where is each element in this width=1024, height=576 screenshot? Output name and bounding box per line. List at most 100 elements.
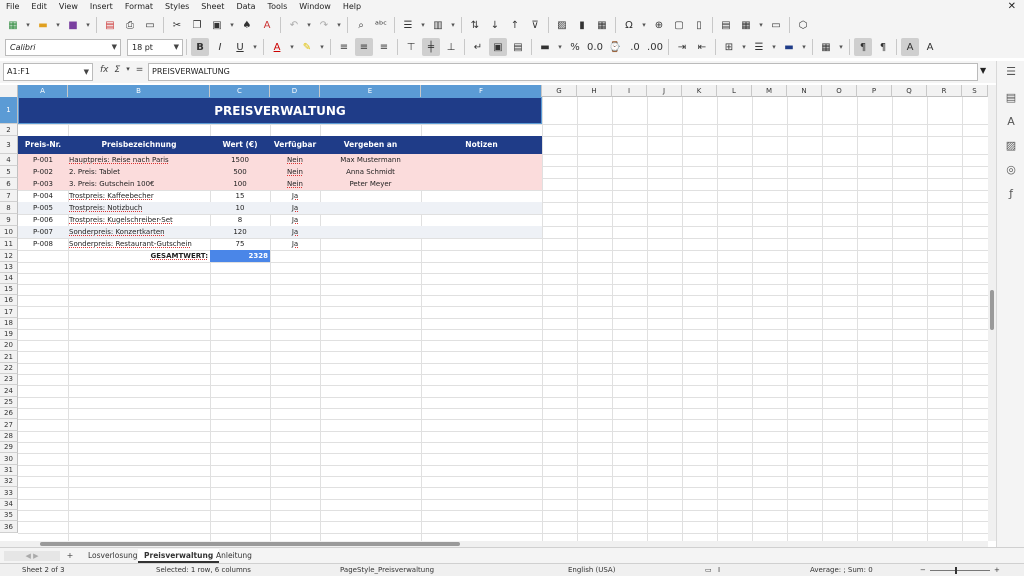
align-left-icon[interactable]: ≡ bbox=[335, 38, 353, 56]
undo-icon[interactable]: ↶ bbox=[285, 16, 303, 34]
properties-icon[interactable]: ▤ bbox=[1003, 91, 1019, 107]
autofilter-icon[interactable]: ⊽ bbox=[526, 16, 544, 34]
column-header-g[interactable]: G bbox=[542, 85, 577, 97]
cell-preis-nr[interactable]: P-008 bbox=[18, 238, 68, 250]
header-cell-wert[interactable]: Wert (€) bbox=[210, 136, 270, 154]
row-header-7[interactable]: 7 bbox=[0, 190, 18, 202]
name-box[interactable]: A1:F1 ▼ bbox=[3, 63, 93, 81]
row-header-4[interactable]: 4 bbox=[0, 154, 18, 166]
sort-ascending-icon[interactable]: ↓ bbox=[486, 16, 504, 34]
header-cell-notizen[interactable]: Notizen bbox=[421, 136, 542, 154]
row-header-28[interactable]: 28 bbox=[0, 431, 18, 442]
column-header-i[interactable]: I bbox=[612, 85, 647, 97]
header-cell-verfuegbar[interactable]: Verfügbar bbox=[270, 136, 320, 154]
clear-formatting-icon[interactable]: A bbox=[258, 16, 276, 34]
row-header-13[interactable]: 13 bbox=[0, 262, 18, 273]
decrease-indent-icon[interactable]: ⇤ bbox=[693, 38, 711, 56]
chevron-down-icon[interactable]: ▾ bbox=[640, 16, 648, 34]
cell-preisbezeichnung[interactable]: Hauptpreis: Reise nach Paris bbox=[68, 154, 210, 166]
status-language[interactable]: English (USA) bbox=[568, 564, 615, 576]
row-header-5[interactable]: 5 bbox=[0, 166, 18, 178]
cell-preis-nr[interactable]: P-005 bbox=[18, 202, 68, 214]
headers-footers-icon[interactable]: ▯ bbox=[690, 16, 708, 34]
cell-preisbezeichnung[interactable]: Trostpreis: Kaffeebecher bbox=[68, 190, 210, 202]
chevron-down-icon[interactable]: ▼ bbox=[112, 43, 117, 51]
cell-verfuegbar[interactable]: Ja bbox=[270, 226, 320, 238]
border-style-icon[interactable]: ☰ bbox=[750, 38, 768, 56]
highlight-color-icon[interactable]: ✎ bbox=[298, 38, 316, 56]
gallery-icon[interactable]: ▨ bbox=[1003, 139, 1019, 155]
menu-sheet[interactable]: Sheet bbox=[195, 0, 230, 14]
wrap-text-icon[interactable]: ↵ bbox=[469, 38, 487, 56]
header-cell-preisbezeichnung[interactable]: Preisbezeichnung bbox=[68, 136, 210, 154]
chevron-down-icon[interactable]: ▼ bbox=[84, 68, 89, 76]
column-header-p[interactable]: P bbox=[857, 85, 892, 97]
cell-verfuegbar[interactable]: Ja bbox=[270, 202, 320, 214]
column-header-o[interactable]: O bbox=[822, 85, 857, 97]
column-header-f[interactable]: F bbox=[421, 85, 542, 97]
column-icon[interactable]: ▥ bbox=[429, 16, 447, 34]
text-orientation-horizontal-icon[interactable]: A bbox=[901, 38, 919, 56]
borders-icon[interactable]: ⊞ bbox=[720, 38, 738, 56]
tab-preisverwaltung[interactable]: Preisverwaltung bbox=[138, 549, 220, 563]
zoom-slider-knob[interactable] bbox=[955, 567, 957, 574]
sort-descending-icon[interactable]: ↑ bbox=[506, 16, 524, 34]
formula-icon[interactable]: = bbox=[136, 65, 144, 75]
paste-icon[interactable]: ▣ bbox=[208, 16, 226, 34]
total-label-cell[interactable]: GESAMTWERT: bbox=[68, 250, 210, 262]
column-header-a[interactable]: A bbox=[18, 85, 68, 97]
font-name-box[interactable]: Calibri ▼ bbox=[5, 38, 121, 56]
cell-vergeben-an[interactable]: Anna Schmidt bbox=[320, 166, 421, 178]
status-page-style[interactable]: PageStyle_Preisverwaltung bbox=[340, 564, 434, 576]
row-header-25[interactable]: 25 bbox=[0, 397, 18, 408]
row-icon[interactable]: ☰ bbox=[399, 16, 417, 34]
cell-vergeben-an[interactable]: Peter Meyer bbox=[320, 178, 421, 190]
delete-decimal-icon[interactable]: .00 bbox=[646, 38, 664, 56]
chevron-down-icon[interactable]: ▾ bbox=[251, 38, 259, 56]
left-to-right-icon[interactable]: ¶ bbox=[854, 38, 872, 56]
formula-input[interactable]: PREISVERWALTUNG bbox=[148, 63, 978, 81]
row-header-20[interactable]: 20 bbox=[0, 340, 18, 351]
conditional-format-icon[interactable]: ▦ bbox=[817, 38, 835, 56]
font-size-box[interactable]: 18 pt ▼ bbox=[127, 38, 183, 56]
cell-preisbezeichnung[interactable]: Sonderpreis: Konzertkarten bbox=[68, 226, 210, 238]
row-header-8[interactable]: 8 bbox=[0, 202, 18, 214]
cell-verfuegbar[interactable]: Nein bbox=[270, 166, 320, 178]
row-header-31[interactable]: 31 bbox=[0, 465, 18, 476]
functions-icon[interactable]: ƒ bbox=[1003, 187, 1019, 203]
row-header-34[interactable]: 34 bbox=[0, 499, 18, 510]
sum-icon[interactable]: Σ bbox=[115, 65, 121, 75]
add-sheet-button[interactable]: + bbox=[64, 550, 76, 562]
cell-preisbezeichnung[interactable]: Trostpreis: Kugelschreiber-Set bbox=[68, 214, 210, 226]
sort-icon[interactable]: ⇅ bbox=[466, 16, 484, 34]
row-header-29[interactable]: 29 bbox=[0, 442, 18, 453]
selection-mode-icon[interactable]: ▭ bbox=[705, 564, 712, 576]
row-header-24[interactable]: 24 bbox=[0, 385, 18, 397]
number-format-icon[interactable]: 0.0 bbox=[586, 38, 604, 56]
spelling-icon[interactable]: ᵃᵇᶜ bbox=[372, 16, 390, 34]
chevron-down-icon[interactable]: ▾ bbox=[84, 16, 92, 34]
column-header-h[interactable]: H bbox=[577, 85, 612, 97]
cell-preis-nr[interactable]: P-006 bbox=[18, 214, 68, 226]
italic-button[interactable]: I bbox=[211, 38, 229, 56]
show-draw-functions-icon[interactable]: ⬡ bbox=[794, 16, 812, 34]
vertical-scroll-thumb[interactable] bbox=[990, 290, 994, 330]
chevron-down-icon[interactable]: ▾ bbox=[126, 65, 130, 75]
row-header-36[interactable]: 36 bbox=[0, 521, 18, 533]
cell-preis-nr[interactable]: P-003 bbox=[18, 178, 68, 190]
cell-wert[interactable]: 100 bbox=[210, 178, 270, 190]
column-header-j[interactable]: J bbox=[647, 85, 682, 97]
expand-formula-bar-icon[interactable]: ▼ bbox=[980, 66, 986, 75]
close-document-icon[interactable]: ✕ bbox=[1008, 0, 1016, 14]
column-header-s[interactable]: S bbox=[962, 85, 988, 97]
chevron-down-icon[interactable]: ▾ bbox=[305, 16, 313, 34]
select-all-corner[interactable] bbox=[0, 85, 18, 97]
right-to-left-icon[interactable]: ¶ bbox=[874, 38, 892, 56]
cell-preisbezeichnung[interactable]: 2. Preis: Tablet bbox=[68, 166, 210, 178]
header-cell-preis-nr[interactable]: Preis-Nr. bbox=[18, 136, 68, 154]
zoom-out-icon[interactable]: − bbox=[920, 564, 926, 576]
chevron-down-icon[interactable]: ▾ bbox=[24, 16, 32, 34]
text-orientation-vertical-icon[interactable]: A bbox=[921, 38, 939, 56]
horizontal-scroll-thumb[interactable] bbox=[40, 542, 460, 546]
image-icon[interactable]: ▨ bbox=[553, 16, 571, 34]
